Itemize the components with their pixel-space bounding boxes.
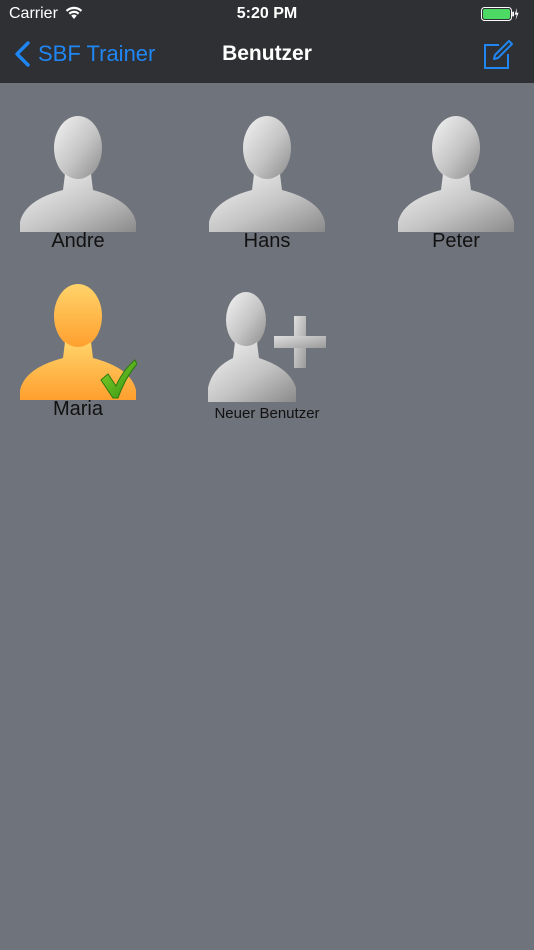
battery-charging-icon [481, 7, 519, 21]
top-bar: Carrier 5:20 PM SBF Trainer Benutzer [0, 0, 534, 83]
new-user-button[interactable]: Neuer Benutzer [207, 284, 327, 422]
user-name: Maria [52, 398, 103, 420]
compose-icon[interactable] [482, 39, 514, 71]
user-name: Andre [51, 230, 105, 252]
page-title: Benutzer [222, 42, 312, 65]
user-tile-peter[interactable]: Peter [396, 114, 516, 253]
user-silhouette-icon [20, 116, 136, 232]
user-tile-maria[interactable]: Maria [18, 282, 138, 421]
user-silhouette-selected-icon [20, 284, 137, 400]
user-name: Hans [243, 230, 291, 252]
navigation-bar: SBF Trainer Benutzer [0, 28, 534, 83]
status-bar: Carrier 5:20 PM [0, 0, 534, 28]
new-user-label: Neuer Benutzer [214, 405, 320, 422]
user-tile-hans[interactable]: Hans [207, 114, 327, 253]
user-name: Peter [432, 230, 480, 252]
user-tile-andre[interactable]: Andre [18, 114, 138, 253]
user-silhouette-icon [209, 116, 325, 232]
user-silhouette-icon [398, 116, 514, 232]
clock: 5:20 PM [236, 5, 298, 22]
add-user-icon [208, 292, 326, 402]
